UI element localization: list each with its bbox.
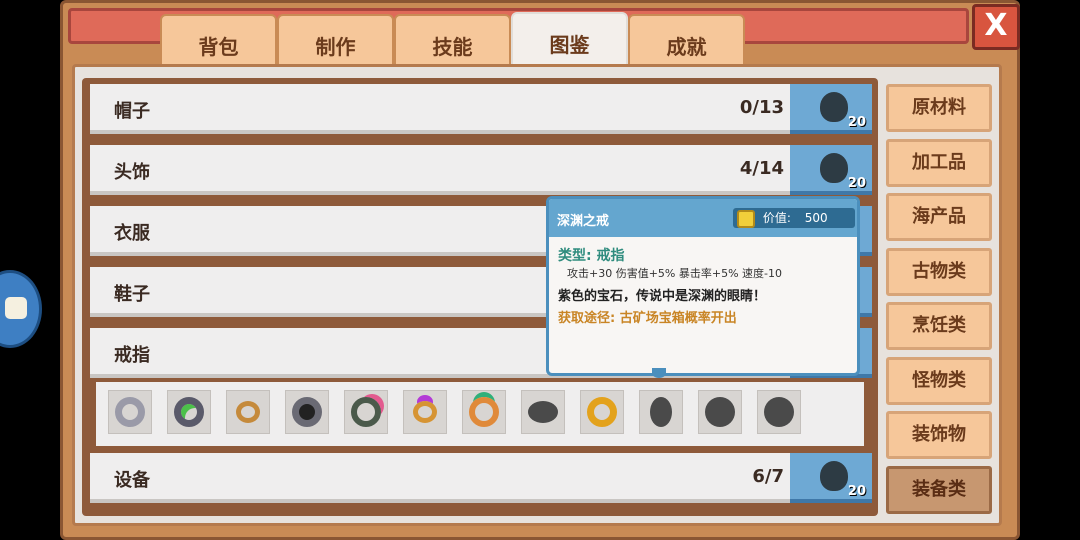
tooltip-value: 价值: 500 xyxy=(733,208,855,228)
unknown-item-icon xyxy=(820,461,848,491)
ring-grid xyxy=(96,382,864,446)
category-count: 6/7 xyxy=(752,466,784,487)
unknown-item-icon xyxy=(820,153,848,183)
unknown-ring-icon[interactable] xyxy=(757,390,801,434)
sidebar-processed[interactable]: 加工品 xyxy=(886,139,992,187)
tooltip-pointer xyxy=(652,368,666,378)
category-icon-box: 20 xyxy=(790,84,872,134)
category-count: 0/13 xyxy=(739,97,784,118)
diamond-ring-icon[interactable] xyxy=(226,390,270,434)
category-row-hats[interactable]: 帽子 0/13 xyxy=(90,84,790,134)
unknown-ring-icon[interactable] xyxy=(521,390,565,434)
sidebar-antiques[interactable]: 古物类 xyxy=(886,248,992,296)
ruby-steel-ring-icon[interactable] xyxy=(285,390,329,434)
category-label: 设备 xyxy=(114,470,150,491)
amethyst-ring-icon[interactable] xyxy=(403,390,447,434)
category-icon-box: 20 xyxy=(790,453,872,503)
coin-icon xyxy=(737,209,755,228)
sidebar-raw-materials[interactable]: 原材料 xyxy=(886,84,992,132)
tab-backpack[interactable]: 背包 xyxy=(160,14,277,70)
dice-icon xyxy=(5,297,27,319)
category-row-equipment[interactable]: 设备 6/7 xyxy=(90,453,790,503)
category-count: 4/14 xyxy=(739,158,784,179)
tooltip-type: 类型: 戒指 xyxy=(558,248,625,264)
gold-ring-icon[interactable] xyxy=(580,390,624,434)
unknown-ring-icon[interactable] xyxy=(639,390,683,434)
sidebar-monsters[interactable]: 怪物类 xyxy=(886,357,992,405)
sidebar-seafood[interactable]: 海产品 xyxy=(886,193,992,241)
tooltip-stats: 攻击+30 伤害值+5% 暴击率+5% 速度-10 xyxy=(567,267,783,280)
silver-ring-icon[interactable] xyxy=(108,390,152,434)
jade-crown-ring-icon[interactable] xyxy=(462,390,506,434)
tab-achievements[interactable]: 成就 xyxy=(628,14,745,70)
category-label: 戒指 xyxy=(114,345,150,366)
sidebar-decorations[interactable]: 装饰物 xyxy=(886,411,992,459)
tooltip-source: 获取途径: 古矿场宝箱概率开出 xyxy=(558,311,737,326)
tooltip-value-label: 价值: xyxy=(762,211,791,225)
unknown-ring-icon[interactable] xyxy=(698,390,742,434)
category-label: 衣服 xyxy=(114,223,150,244)
icon-count: 20 xyxy=(847,176,866,191)
tab-crafting[interactable]: 制作 xyxy=(277,14,394,70)
icon-count: 20 xyxy=(847,115,866,130)
sidebar-equipment[interactable]: 装备类 xyxy=(886,466,992,514)
category-icon-box: 20 xyxy=(790,145,872,195)
tooltip-item-name: 深渊之戒 xyxy=(557,214,610,229)
category-label: 鞋子 xyxy=(114,284,150,305)
emerald-dark-ring-icon[interactable] xyxy=(167,390,211,434)
pink-gem-ring-icon[interactable] xyxy=(344,390,388,434)
floating-menu-button[interactable] xyxy=(0,270,42,348)
category-row-headwear[interactable]: 头饰 4/14 xyxy=(90,145,790,195)
close-button[interactable]: X xyxy=(972,4,1020,50)
category-label: 头饰 xyxy=(114,162,150,183)
tooltip-value-amount: 500 xyxy=(804,211,828,225)
tooltip-description: 紫色的宝石，传说中是深渊的眼睛！ xyxy=(558,289,767,304)
unknown-item-icon xyxy=(820,92,848,122)
category-label: 帽子 xyxy=(114,101,150,122)
tab-skills[interactable]: 技能 xyxy=(394,14,511,70)
item-tooltip: 深渊之戒 价值: 500 类型: 戒指 攻击+30 伤害值+5% 暴击率+5% … xyxy=(546,196,860,376)
sidebar-cooking[interactable]: 烹饪类 xyxy=(886,302,992,350)
icon-count: 20 xyxy=(847,484,866,499)
tooltip-header: 深渊之戒 价值: 500 xyxy=(549,199,857,237)
